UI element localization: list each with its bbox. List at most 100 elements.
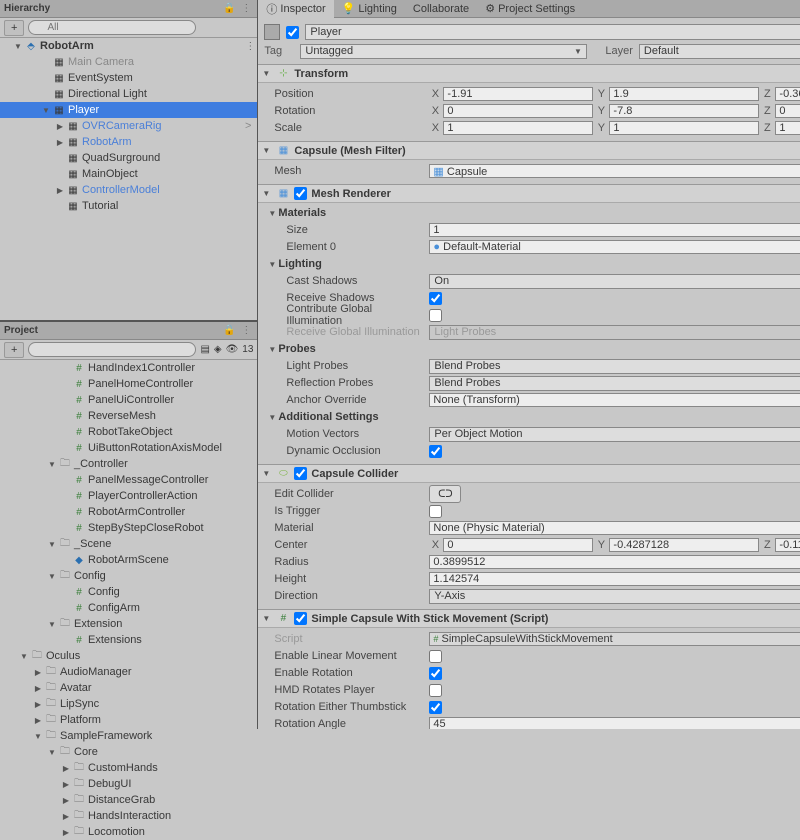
scl-z[interactable] xyxy=(775,121,800,135)
fold-icon[interactable]: ▼ xyxy=(46,460,58,469)
project-item[interactable]: ▶🗀LipSync xyxy=(0,696,257,712)
fold-icon[interactable]: ▶ xyxy=(32,684,44,693)
fold-icon[interactable]: ▶ xyxy=(54,186,66,195)
fold-icon[interactable]: ▼ xyxy=(40,106,52,115)
hierarchy-item[interactable]: ▦Tutorial xyxy=(0,198,257,214)
fold-icon[interactable]: ▶ xyxy=(60,796,72,805)
reflection-probes-dropdown[interactable]: Blend Probes▼ xyxy=(429,376,800,391)
enable-rotation-toggle[interactable] xyxy=(429,667,442,680)
project-item[interactable]: ▼🗀Config xyxy=(0,568,257,584)
linear-movement-toggle[interactable] xyxy=(429,650,442,663)
script-enabled-toggle[interactable] xyxy=(294,612,307,625)
hidden-icon[interactable]: 👁 xyxy=(226,344,239,355)
tree-scene-root[interactable]: ▼ ⬘ RobotArm ⋮ xyxy=(0,38,257,54)
project-item[interactable]: ▶🗀Avatar xyxy=(0,680,257,696)
project-item[interactable]: ▶🗀DistanceGrab xyxy=(0,792,257,808)
gameobject-icon[interactable] xyxy=(264,24,280,40)
materials-size[interactable] xyxy=(429,223,800,237)
fold-icon[interactable]: ▼ xyxy=(268,413,278,422)
scene-menu-icon[interactable]: ⋮ xyxy=(243,41,257,52)
project-item[interactable]: #Extensions xyxy=(0,632,257,648)
rot-y[interactable] xyxy=(609,104,759,118)
hierarchy-add-button[interactable]: + xyxy=(4,20,24,36)
hierarchy-item[interactable]: ▶▦ControllerModel xyxy=(0,182,257,198)
fold-icon[interactable]: ▼ xyxy=(262,469,272,478)
project-item[interactable]: ▶🗀CustomHands xyxy=(0,760,257,776)
fold-icon[interactable]: ▼ xyxy=(268,209,278,218)
height-field[interactable] xyxy=(429,572,800,586)
hierarchy-lock-icon[interactable]: 🔒 xyxy=(221,3,237,14)
scl-x[interactable] xyxy=(443,121,593,135)
project-item[interactable]: #RobotArmController xyxy=(0,504,257,520)
hmd-rotates-toggle[interactable] xyxy=(429,684,442,697)
hierarchy-item[interactable]: ▦MainObject xyxy=(0,166,257,182)
fold-icon[interactable]: ▼ xyxy=(262,69,272,78)
anchor-field[interactable]: None (Transform)⊙ xyxy=(429,393,800,407)
pos-z[interactable] xyxy=(775,87,800,101)
fold-icon[interactable]: ▶ xyxy=(32,716,44,725)
tag-dropdown[interactable]: Untagged▼ xyxy=(300,44,587,59)
hierarchy-item[interactable]: ▦Main Camera xyxy=(0,54,257,70)
gameobject-active-toggle[interactable] xyxy=(286,26,299,39)
project-item[interactable]: #ConfigArm xyxy=(0,600,257,616)
project-add-button[interactable]: + xyxy=(4,342,24,358)
tab-lighting[interactable]: 💡Lighting xyxy=(334,0,405,17)
project-item[interactable]: ▶🗀DebugUI xyxy=(0,776,257,792)
project-item[interactable]: ▶🗀HandsInteraction xyxy=(0,808,257,824)
fold-icon[interactable]: ▼ xyxy=(262,614,272,623)
fold-icon[interactable]: ▶ xyxy=(54,122,66,131)
is-trigger-toggle[interactable] xyxy=(429,505,442,518)
project-item[interactable]: #Config xyxy=(0,584,257,600)
project-item[interactable]: ▶🗀Locomotion xyxy=(0,824,257,840)
project-item[interactable]: #UiButtonRotationAxisModel xyxy=(0,440,257,456)
physic-material-field[interactable]: None (Physic Material)⊙ xyxy=(429,521,800,535)
project-menu-icon[interactable]: ⋮ xyxy=(239,325,253,336)
project-item[interactable]: #PlayerControllerAction xyxy=(0,488,257,504)
project-item[interactable]: ▼🗀Core xyxy=(0,744,257,760)
fold-icon[interactable]: ▼ xyxy=(262,146,272,155)
tab-collaborate[interactable]: Collaborate xyxy=(405,1,477,17)
motion-vectors-dropdown[interactable]: Per Object Motion▼ xyxy=(429,427,800,442)
hierarchy-item[interactable]: ▦Directional Light xyxy=(0,86,257,102)
pos-x[interactable] xyxy=(443,87,593,101)
hierarchy-item[interactable]: ▦EventSystem xyxy=(0,70,257,86)
project-item[interactable]: ▼🗀SampleFramework xyxy=(0,728,257,744)
filter-label-icon[interactable]: ◈ xyxy=(214,344,222,355)
scl-y[interactable] xyxy=(609,121,759,135)
fold-icon[interactable]: ▶ xyxy=(32,700,44,709)
fold-icon[interactable]: ▼ xyxy=(46,540,58,549)
edit-collider-button[interactable]: ᑕᑐ xyxy=(429,485,461,503)
direction-dropdown[interactable]: Y-Axis▼ xyxy=(429,589,800,604)
project-item[interactable]: ◆RobotArmScene xyxy=(0,552,257,568)
dynamic-occlusion-toggle[interactable] xyxy=(429,445,442,458)
fold-icon[interactable]: ▶ xyxy=(60,812,72,821)
fold-icon[interactable]: ▶ xyxy=(32,668,44,677)
fold-icon[interactable]: ▶ xyxy=(60,764,72,773)
project-item[interactable]: ▶🗀Platform xyxy=(0,712,257,728)
receive-shadows-toggle[interactable] xyxy=(429,292,442,305)
fold-icon[interactable]: ▼ xyxy=(268,345,278,354)
tab-project-settings[interactable]: ⚙Project Settings xyxy=(477,0,583,17)
project-item[interactable]: ▼🗀_Scene xyxy=(0,536,257,552)
center-z[interactable] xyxy=(775,538,800,552)
project-lock-icon[interactable]: 🔒 xyxy=(221,325,237,336)
contribute-gi-toggle[interactable] xyxy=(429,309,442,322)
fold-icon[interactable]: ▼ xyxy=(32,732,44,741)
fold-icon[interactable]: ▼ xyxy=(262,189,272,198)
rotation-angle-field[interactable] xyxy=(429,717,800,729)
fold-icon[interactable]: ▼ xyxy=(18,652,30,661)
material-0-field[interactable]: ● Default-Material⊙ xyxy=(429,240,800,254)
fold-icon[interactable]: ▼ xyxy=(268,260,278,269)
hierarchy-item[interactable]: ▼▦Player xyxy=(0,102,257,118)
rot-x[interactable] xyxy=(443,104,593,118)
thumbstick-toggle[interactable] xyxy=(429,701,442,714)
light-probes-dropdown[interactable]: Blend Probes▼ xyxy=(429,359,800,374)
project-item[interactable]: ▼🗀Extension xyxy=(0,616,257,632)
fold-icon[interactable]: ▶ xyxy=(60,780,72,789)
hierarchy-item[interactable]: ▶▦RobotArm xyxy=(0,134,257,150)
project-item[interactable]: #ReverseMesh xyxy=(0,408,257,424)
center-x[interactable] xyxy=(443,538,593,552)
project-item[interactable]: ▶🗀AudioManager xyxy=(0,664,257,680)
fold-icon[interactable]: ▼ xyxy=(46,572,58,581)
hierarchy-item[interactable]: ▦QuadSurground xyxy=(0,150,257,166)
